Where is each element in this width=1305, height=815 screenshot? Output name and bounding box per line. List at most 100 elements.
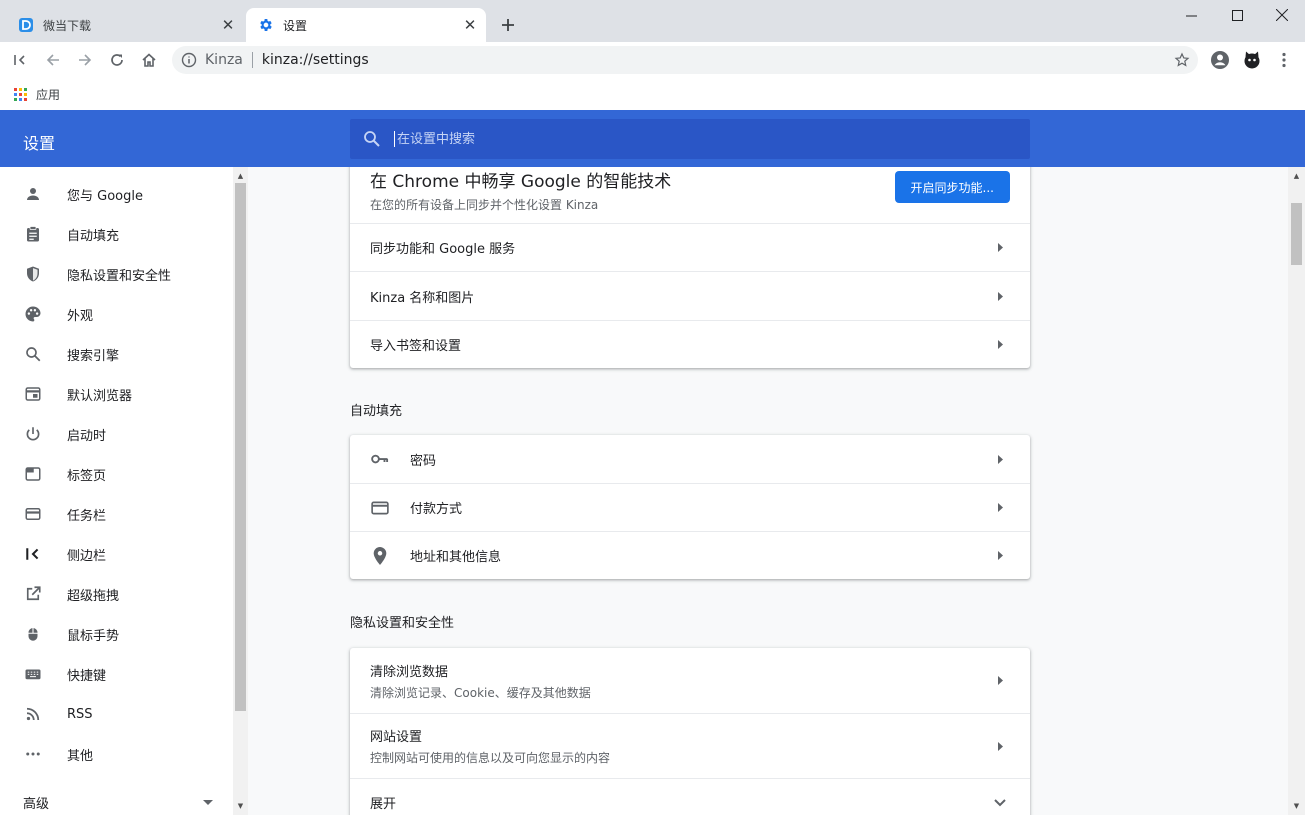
nav-item-search-engine[interactable]: 搜索引擎 [0,334,232,374]
page-title: 设置 [23,134,56,153]
main-scrollbar[interactable]: ▲ ▼ [1288,167,1305,815]
nav-item-on-startup[interactable]: 启动时 [0,414,232,454]
name-and-picture-row[interactable]: Kinza 名称和图片 [350,271,1030,320]
chevron-right-icon [997,291,1003,301]
payment-methods-row[interactable]: 付款方式 [350,483,1030,531]
profile-button[interactable] [1206,46,1234,74]
person-icon [27,188,39,200]
apps-shortcut[interactable]: 应用 [36,86,60,103]
chevron-down-icon [994,798,1006,806]
nav-item-label: 启动时 [67,428,107,444]
palette-icon [25,306,41,322]
row-label: 清除浏览数据 [370,664,449,680]
power-icon [26,427,40,441]
nav-item-autofill[interactable]: 自动填充 [0,214,232,254]
tab-title: 设置 [283,18,308,33]
nav-item-rss[interactable]: RSS [0,694,232,734]
scroll-down-arrow-icon[interactable]: ▼ [1288,799,1305,813]
plus-icon [502,19,514,31]
scroll-up-arrow-icon[interactable]: ▲ [1288,169,1305,183]
tab-weidang[interactable]: 微当下载 ✕ [8,8,244,42]
nav-item-label: 搜索引擎 [67,348,120,364]
chevron-right-icon [997,551,1003,560]
nav-item-you-and-google[interactable]: 您与 Google [0,174,232,214]
nav-item-label: 标签页 [67,468,107,484]
gear-icon [260,19,272,31]
close-tab-icon[interactable]: ✕ [218,15,238,35]
close-icon [1276,9,1288,21]
nav-item-label: 隐私设置和安全性 [67,268,172,284]
nav-advanced-toggle[interactable]: 高级 [23,793,213,812]
bookmark-star-button[interactable] [1168,46,1196,74]
nav-item-default-browser[interactable]: 默认浏览器 [0,374,232,414]
menu-button[interactable] [1270,46,1298,74]
clipboard-icon [27,226,39,242]
maximize-button[interactable] [1214,0,1260,30]
bookmarks-bar: 应用 [0,78,1305,110]
sidebar-scroll-thumb[interactable] [235,183,246,711]
clear-browsing-data-row[interactable]: 清除浏览数据 清除浏览记录、Cookie、缓存及其他数据 [350,648,1030,713]
nav-item-shortcuts[interactable]: 快捷键 [0,654,232,694]
chevron-right-icon [997,676,1003,685]
more-vert-icon [1282,52,1286,68]
import-bookmarks-row[interactable]: 导入书签和设置 [350,320,1030,368]
row-label: 密码 [410,453,437,469]
nav-item-label: 快捷键 [67,668,107,684]
nav-advanced-label: 高级 [23,797,50,812]
url-text[interactable]: kinza://settings [262,52,1168,68]
nav-item-mouse-gestures[interactable]: 鼠标手势 [0,614,232,654]
home-button[interactable] [135,46,163,74]
chevron-right-icon [997,503,1003,512]
site-settings-row[interactable]: 网站设置 控制网站可使用的信息以及可向您显示的内容 [350,713,1030,778]
info-icon[interactable] [181,52,197,68]
minimize-button[interactable] [1168,0,1214,30]
reload-button[interactable] [103,46,131,74]
nav-item-privacy[interactable]: 隐私设置和安全性 [0,254,232,294]
nav-item-appearance[interactable]: 外观 [0,294,232,334]
nav-item-other[interactable]: 其他 [0,734,232,774]
main-scroll-thumb[interactable] [1291,203,1302,265]
nav-item-tabs[interactable]: 标签页 [0,454,232,494]
autofill-card: 密码 付款方式 地址和其他信息 [350,435,1030,579]
browser-window-icon [25,387,41,401]
tab-icon [25,467,41,481]
sync-card: 在 Chrome 中畅享 Google 的智能技术 在您的所有设备上同步并个性化… [350,167,1030,368]
scroll-up-arrow-icon[interactable]: ▲ [233,169,248,183]
expand-privacy-row[interactable]: 展开 [350,778,1030,815]
tab-settings[interactable]: 设置 ✕ [246,8,486,42]
forward-button[interactable] [71,46,99,74]
row-label: 导入书签和设置 [370,339,462,354]
sync-services-row[interactable]: 同步功能和 Google 服务 [350,223,1030,271]
close-window-button[interactable] [1259,0,1305,30]
settings-search-box[interactable] [350,119,1030,159]
back-arrow-icon [46,54,59,66]
nav-item-label: 默认浏览器 [67,388,133,404]
search-icon [364,131,380,147]
nav-item-taskbar[interactable]: 任务栏 [0,494,232,534]
chevron-right-icon [997,454,1003,464]
site-name: Kinza [205,52,243,68]
settings-header: 设置 [0,110,1305,167]
credit-card-icon [371,501,389,514]
sidebar-toggle-button[interactable] [6,46,34,74]
maximize-icon [1231,9,1243,21]
turn-on-sync-button[interactable]: 开启同步功能... [894,171,1010,203]
sidebar-scrollbar[interactable]: ▲ ▼ [233,167,248,815]
passwords-row[interactable]: 密码 [350,435,1030,483]
nav-item-label: 侧边栏 [67,548,107,564]
nav-item-sidebar[interactable]: 侧边栏 [0,534,232,574]
address-bar[interactable]: Kinza kinza://settings [172,46,1198,74]
scroll-down-arrow-icon[interactable]: ▼ [233,799,248,813]
new-tab-button[interactable] [497,14,519,36]
addresses-row[interactable]: 地址和其他信息 [350,531,1030,579]
shield-icon [27,266,39,282]
row-label: 地址和其他信息 [410,550,502,565]
row-label: 展开 [370,797,397,812]
nav-item-super-drag[interactable]: 超级拖拽 [0,574,232,614]
settings-search-input[interactable] [394,131,1030,147]
star-icon [1174,52,1190,67]
back-button[interactable] [39,46,67,74]
close-tab-icon[interactable]: ✕ [460,15,480,35]
location-pin-icon [373,546,387,565]
extension-button[interactable] [1238,46,1266,74]
